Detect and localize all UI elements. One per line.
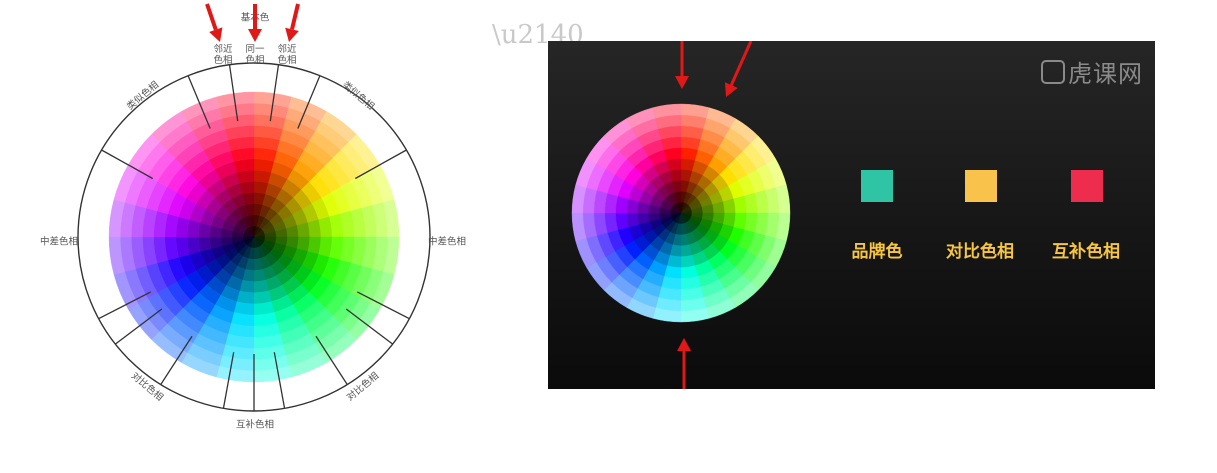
label-adjacent-left-text: 色相: [213, 54, 232, 66]
right-wheel-cell: [680, 265, 699, 279]
brand-color-panel: 虎课网 品牌色 对比色相 互补色相: [548, 41, 1155, 389]
label-adjacent-right-text: 色相: [277, 54, 296, 66]
swatch-label-complementary: 互补色相: [1052, 242, 1120, 262]
watermark-logo-icon: [1041, 60, 1065, 84]
arrow-down-icon: [248, 29, 262, 42]
left-color-wheel-svg: 基本色邻近色相同一色相邻近色相类似色相类似色相中差色相中差色相对比色相对比色相互…: [40, 3, 466, 431]
label-adjacent-right: 邻近色相: [277, 43, 297, 66]
swatch-label-contrast: 对比色相: [946, 242, 1014, 262]
swatch-contrast: [965, 170, 997, 202]
label-contrast-right-text: 对比色相: [344, 370, 381, 404]
left-wheel-cell: [186, 219, 201, 238]
right-wheel-cell: [733, 212, 747, 231]
right-wheel-cell: [680, 147, 699, 161]
left-wheel-cell: [186, 236, 201, 255]
watermark: 虎课网: [1041, 54, 1143, 89]
arrow-down-icon: [285, 27, 299, 42]
label-similar-right-text: 类似色相: [340, 79, 377, 113]
swatch-complementary: [1071, 170, 1103, 202]
right-color-wheel-svg: [571, 41, 791, 389]
right-wheel-cell: [615, 195, 629, 214]
label-similar-right: 类似色相: [340, 79, 377, 113]
left-wheel-cell: [307, 219, 322, 238]
label-similar-left: 类似色相: [124, 79, 161, 113]
left-wheel-cell: [307, 236, 322, 255]
swatch-label-brand: 品牌色: [851, 242, 903, 262]
swatch-brand: [861, 170, 893, 202]
label-adjacent-right-text: 邻近: [277, 43, 297, 55]
arrow-up-icon: [677, 338, 691, 351]
left-wheel-cell: [253, 290, 272, 305]
right-wheel-cell: [663, 265, 682, 279]
label-contrast-right: 对比色相: [344, 370, 381, 404]
label-same-hue-text: 色相: [245, 54, 264, 66]
right-wheel-cell: [615, 212, 629, 231]
watermark-text: 虎课网: [1068, 60, 1143, 88]
arrow-down-icon-shaft: [205, 3, 218, 31]
arrow-down-icon: [675, 76, 689, 89]
label-adjacent-left: 邻近色相: [213, 43, 233, 66]
label-medium-right-text: 中差色相: [428, 236, 466, 248]
label-medium-left-text: 中差色相: [40, 236, 78, 248]
right-wheel-cell: [663, 147, 682, 161]
label-same-hue-text: 同一: [245, 44, 265, 55]
left-wheel-cell: [253, 169, 272, 184]
label-adjacent-left-text: 邻近: [213, 43, 233, 55]
color-wheel-right: [571, 103, 791, 323]
color-wheel-left: [108, 91, 400, 383]
color-wheel-diagram-panel: 基本色邻近色相同一色相邻近色相类似色相类似色相中差色相中差色相对比色相对比色相互…: [37, 0, 584, 440]
right-wheel-cell: [733, 195, 747, 214]
left-wheel-cell: [236, 169, 255, 184]
label-same-hue: 同一色相: [245, 44, 265, 66]
arrow-down-icon-shaft: [729, 41, 753, 86]
label-similar-left-text: 类似色相: [124, 79, 161, 113]
label-medium-right: 中差色相: [428, 236, 466, 248]
label-complementary-text: 互补色相: [236, 419, 274, 431]
label-complementary: 互补色相: [236, 419, 274, 431]
arrow-down-icon-shaft: [290, 3, 300, 30]
left-wheel-cell: [236, 290, 255, 305]
label-medium-left: 中差色相: [40, 236, 78, 248]
